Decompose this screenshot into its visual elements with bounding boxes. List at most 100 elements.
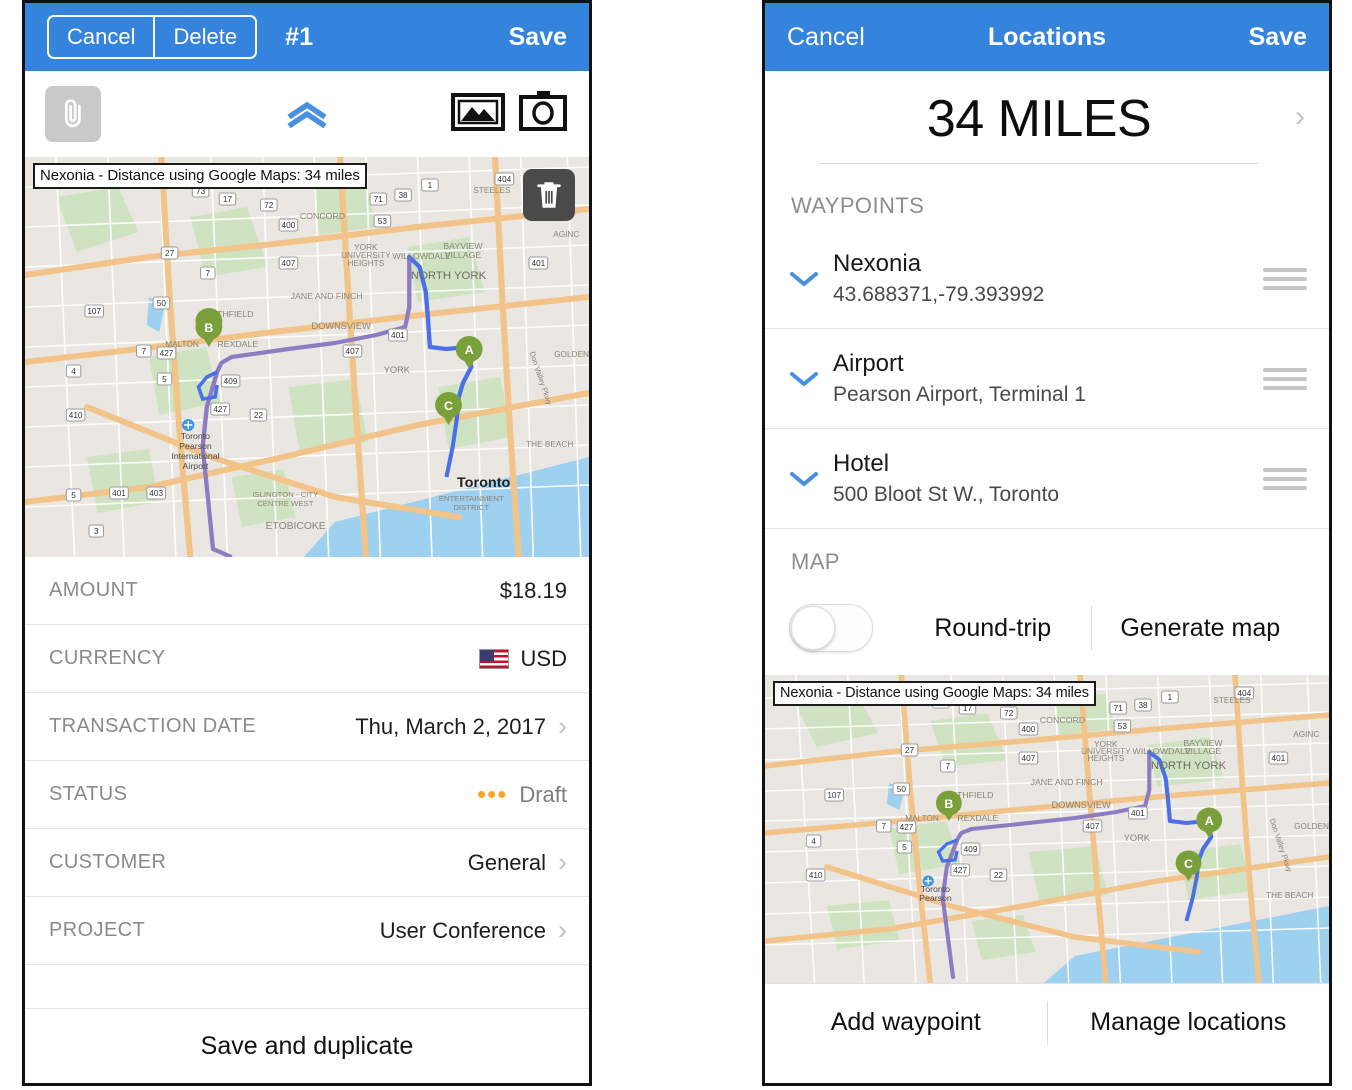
row-status[interactable]: STATUS ••• Draft xyxy=(25,761,589,829)
svg-text:50: 50 xyxy=(157,299,167,308)
svg-text:5: 5 xyxy=(162,375,167,384)
svg-text:C: C xyxy=(1184,857,1193,871)
cancel-delete-segmented-control[interactable]: Cancel Delete xyxy=(47,15,258,59)
row-customer[interactable]: CUSTOMER General › xyxy=(25,829,589,897)
waypoint-title: Airport xyxy=(833,350,904,377)
svg-text:53: 53 xyxy=(378,217,388,226)
map-options-right: Round-trip Generate map xyxy=(873,606,1309,650)
svg-text:17: 17 xyxy=(223,195,233,204)
svg-text:401: 401 xyxy=(391,331,405,340)
attachment-toolbar xyxy=(25,71,589,157)
delete-button[interactable]: Delete xyxy=(153,17,255,57)
map-caption: Nexonia - Distance using Google Maps: 34… xyxy=(33,163,367,189)
svg-text:HEIGHTS: HEIGHTS xyxy=(348,259,385,268)
svg-text:400: 400 xyxy=(1022,725,1036,734)
waypoint-text: Nexonia 43.688371,-79.393992 xyxy=(833,250,1263,307)
svg-text:38: 38 xyxy=(1138,701,1148,710)
route-map-preview[interactable]: 1 404 73 17 72 71 38 400 53 407 27 7 50 … xyxy=(25,157,589,557)
row-value: $18.19 xyxy=(499,577,567,603)
generate-map-button[interactable]: Generate map xyxy=(1120,614,1280,643)
save-and-duplicate-button[interactable]: Save and duplicate xyxy=(25,1009,589,1083)
row-amount[interactable]: AMOUNT $18.19 xyxy=(25,557,589,625)
waypoint-text: Airport Pearson Airport, Terminal 1 xyxy=(833,350,1263,407)
svg-text:107: 107 xyxy=(827,791,841,800)
svg-text:Pearson: Pearson xyxy=(919,893,952,903)
svg-text:53: 53 xyxy=(1118,722,1128,731)
map-canvas: 1 404 73 17 72 71 38 400 53 407 27 7 50 … xyxy=(25,157,589,557)
svg-text:AGINC: AGINC xyxy=(1293,730,1319,739)
us-flag-icon xyxy=(478,648,509,669)
row-value: Draft xyxy=(519,781,567,807)
row-label: PROJECT xyxy=(49,919,146,941)
svg-text:DOWNSVIEW: DOWNSVIEW xyxy=(311,321,371,331)
svg-text:409: 409 xyxy=(964,845,978,854)
svg-text:7: 7 xyxy=(141,347,146,356)
trash-icon xyxy=(537,182,561,208)
map-canvas: 1 404 73 17 72 71 38 400 53 407 27 7 50 … xyxy=(765,675,1329,983)
camera-icon[interactable] xyxy=(519,90,567,139)
row-value: Thu, March 2, 2017 xyxy=(355,713,546,739)
row-transaction-date[interactable]: TRANSACTION DATE Thu, March 2, 2017 › xyxy=(25,693,589,761)
photo-library-icon[interactable] xyxy=(451,91,505,138)
chevron-right-icon: › xyxy=(558,711,567,741)
route-map-preview[interactable]: 1 404 73 17 72 71 38 400 53 407 27 7 50 … xyxy=(765,675,1329,983)
waypoint-row-hotel[interactable]: Hotel 500 Bloot St W., Toronto xyxy=(765,429,1329,529)
chevron-down-icon[interactable] xyxy=(789,370,833,388)
delete-map-button[interactable] xyxy=(523,169,575,221)
waypoint-row-airport[interactable]: Airport Pearson Airport, Terminal 1 xyxy=(765,329,1329,429)
waypoint-row-nexonia[interactable]: Nexonia 43.688371,-79.393992 xyxy=(765,229,1329,329)
save-button[interactable]: Save xyxy=(509,3,567,71)
waypoint-title: Hotel xyxy=(833,450,890,477)
total-distance-block[interactable]: 34 MILES › xyxy=(765,71,1329,181)
svg-text:27: 27 xyxy=(165,249,175,258)
paperclip-icon[interactable] xyxy=(45,86,101,142)
chevron-down-icon[interactable] xyxy=(789,470,833,488)
svg-text:MALTON: MALTON xyxy=(905,814,939,823)
round-trip-toggle[interactable] xyxy=(789,604,873,652)
drag-handle-icon[interactable] xyxy=(1263,467,1307,490)
manage-locations-button[interactable]: Manage locations xyxy=(1048,1008,1330,1037)
svg-text:Airport: Airport xyxy=(183,461,209,471)
draft-dots-icon: ••• xyxy=(477,779,508,809)
waypoints-section-header: WAYPOINTS xyxy=(791,193,925,218)
row-project[interactable]: PROJECT User Conference › xyxy=(25,897,589,965)
svg-text:71: 71 xyxy=(374,195,384,204)
svg-text:AGINC: AGINC xyxy=(553,230,579,239)
svg-text:WILLOWDALE: WILLOWDALE xyxy=(392,251,451,261)
drag-handle-icon[interactable] xyxy=(1263,267,1307,290)
distance-inner: 34 MILES xyxy=(789,89,1289,164)
expense-detail-screen: Cancel Delete #1 Save 1 404 73 17 72 71 … xyxy=(22,0,592,1086)
cancel-button[interactable]: Cancel xyxy=(49,17,153,57)
svg-text:407: 407 xyxy=(282,259,296,268)
row-currency[interactable]: CURRENCY USD xyxy=(25,625,589,693)
svg-text:ISLINGTON - CITY: ISLINGTON - CITY xyxy=(252,490,318,499)
row-label: AMOUNT xyxy=(49,579,139,601)
svg-text:THE BEACH: THE BEACH xyxy=(1266,891,1313,900)
svg-text:YORK: YORK xyxy=(1124,833,1150,843)
chevron-right-icon: › xyxy=(558,915,567,945)
cancel-button[interactable]: Cancel xyxy=(787,23,865,52)
svg-text:JANE AND FINCH: JANE AND FINCH xyxy=(291,291,363,301)
svg-text:407: 407 xyxy=(1086,822,1100,831)
drag-handle-icon[interactable] xyxy=(1263,367,1307,390)
row-value: User Conference xyxy=(379,917,546,943)
row-label: CUSTOMER xyxy=(49,851,167,873)
waypoint-subtitle: 43.688371,-79.393992 xyxy=(833,283,1045,306)
svg-text:22: 22 xyxy=(254,411,264,420)
attachment-actions xyxy=(451,90,567,139)
svg-text:NORTH YORK: NORTH YORK xyxy=(1151,760,1227,772)
generate-map-wrap: Generate map xyxy=(1092,614,1310,643)
svg-text:72: 72 xyxy=(1004,709,1014,718)
svg-text:Toronto: Toronto xyxy=(181,431,210,441)
chevron-right-icon[interactable]: › xyxy=(1295,102,1305,150)
save-button[interactable]: Save xyxy=(1249,3,1307,71)
svg-text:THE BEACH: THE BEACH xyxy=(526,440,573,449)
row-value-wrap: ••• Draft xyxy=(477,779,567,809)
toggle-knob xyxy=(791,606,835,650)
svg-text:Pearson: Pearson xyxy=(179,441,212,451)
row-label: STATUS xyxy=(49,783,128,805)
chevron-down-icon[interactable] xyxy=(789,270,833,288)
chevron-right-icon: › xyxy=(558,847,567,877)
map-section-header: MAP xyxy=(791,549,840,574)
add-waypoint-button[interactable]: Add waypoint xyxy=(765,1008,1047,1037)
